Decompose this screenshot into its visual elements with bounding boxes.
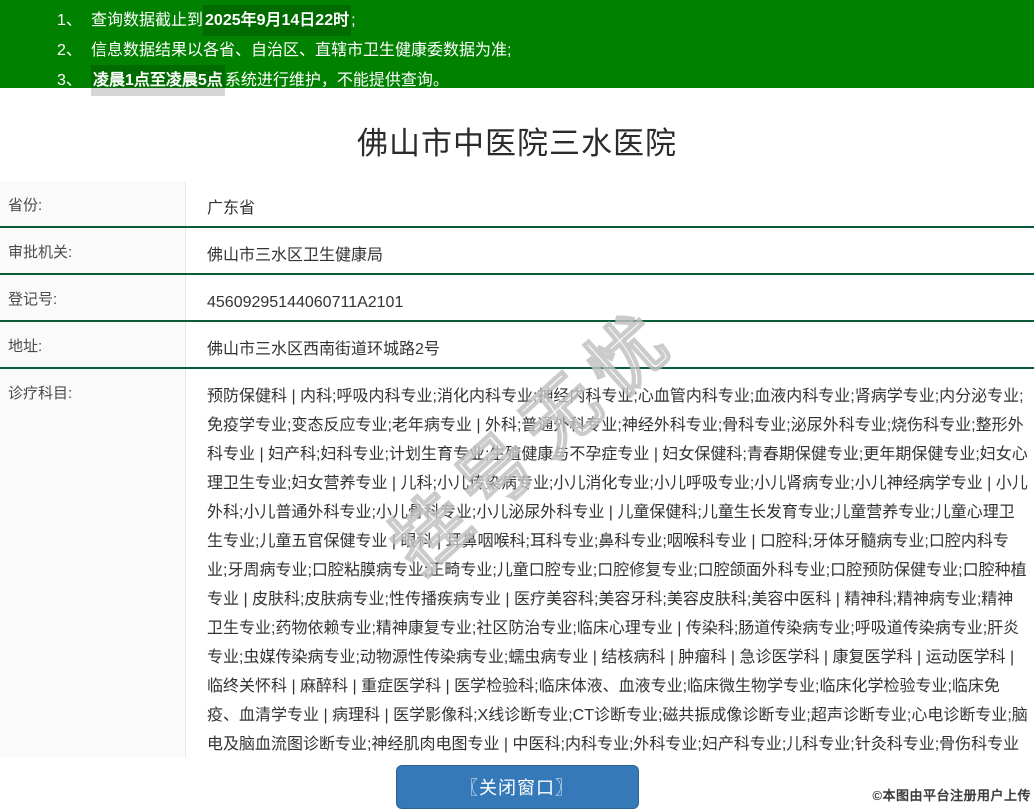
table-row-address: 地址: 佛山市三水区西南街道环城路2号 [0,322,1034,369]
notice-highlight: 2025年9月14日22时 [203,5,352,36]
notice-line-3: 3、 凌晨1点至凌晨5点 系统进行维护，不能提供查询。 [0,65,1034,96]
notice-text: 信息数据结果以各省、自治区、直辖市卫生健康委数据为准; [91,42,512,59]
row-label: 省份: [0,181,186,226]
notice-number: 3、 [57,72,82,89]
row-value: 佛山市三水区西南街道环城路2号 [207,341,440,358]
row-value: 佛山市三水区卫生健康局 [207,247,384,264]
notice-number: 1、 [57,12,82,29]
notice-line-1: 1、 查询数据截止到 2025年9月14日22时; [0,5,1034,36]
row-value: 广东省 [207,200,256,217]
row-value: 45609295144060711A2101 [207,294,404,311]
row-label: 登记号: [0,275,186,320]
notice-text: 系统进行维护，不能提供查询。 [224,72,449,89]
notice-line-2: 2、 信息数据结果以各省、自治区、直辖市卫生健康委数据为准; [0,36,1034,65]
notice-text: 查询数据截止到 [91,12,204,29]
row-label: 诊疗科目: [0,369,186,757]
row-label: 审批机关: [0,228,186,273]
table-row-approval-authority: 审批机关: 佛山市三水区卫生健康局 [0,228,1034,275]
table-row-registration-number: 登记号: 45609295144060711A2101 [0,275,1034,322]
page-title: 佛山市中医院三水医院 [357,126,677,161]
notice-banner: 1、 查询数据截止到 2025年9月14日22时; 2、 信息数据结果以各省、自治… [0,0,1034,96]
notice-text: ; [351,12,356,29]
table-row-province: 省份: 广东省 [0,181,1034,228]
row-value: 预防保健科 | 内科;呼吸内科专业;消化内科专业;神经内科专业;心血管内科专业;… [207,388,1028,753]
notice-highlight: 凌晨1点至凌晨5点 [91,65,225,96]
notice-number: 2、 [57,42,82,59]
hospital-details-table: 省份: 广东省 审批机关: 佛山市三水区卫生健康局 登记号: 456092951… [0,181,1034,757]
row-label: 地址: [0,322,186,367]
table-row-departments: 诊疗科目: 预防保健科 | 内科;呼吸内科专业;消化内科专业;神经内科专业;心血… [0,369,1034,757]
close-window-button[interactable]: 〖关闭窗口〗 [395,765,639,809]
attribution-text: ©本图由平台注册用户上传 [872,788,1031,803]
